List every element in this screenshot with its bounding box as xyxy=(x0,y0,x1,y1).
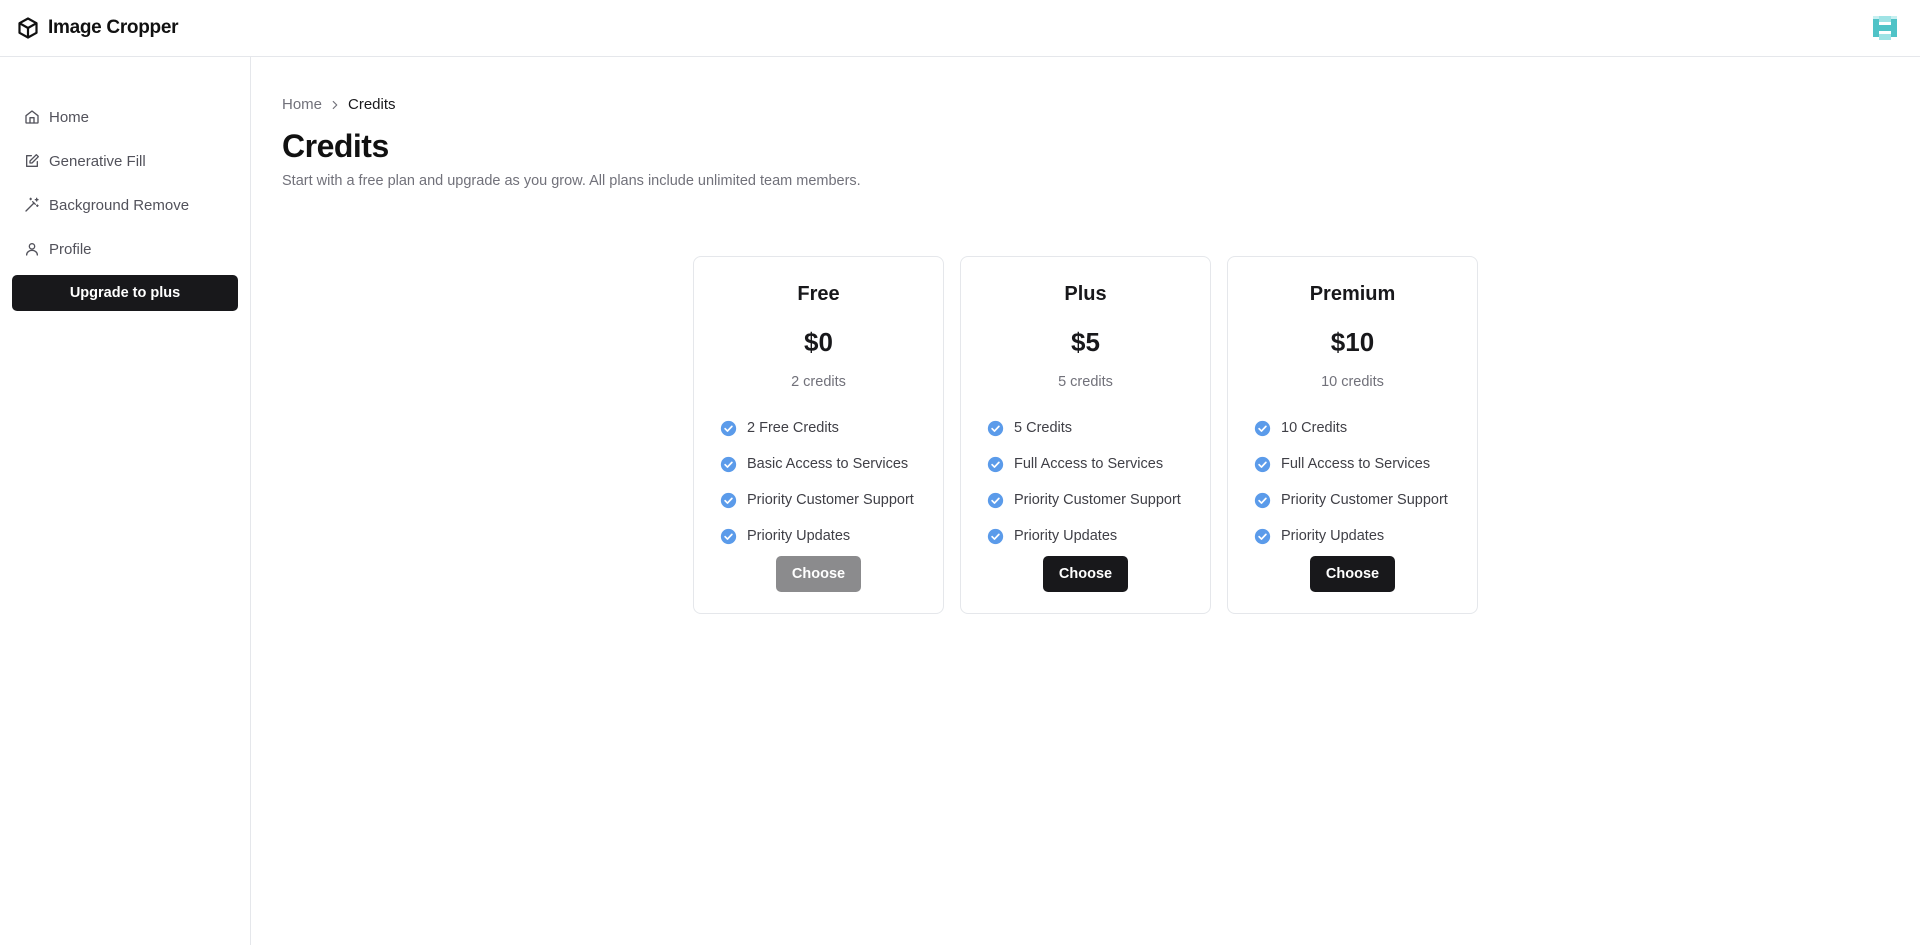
check-circle-icon xyxy=(987,420,1004,436)
sidebar: Home Generative Fill Background Remove P… xyxy=(0,57,251,945)
plan-price: $10 xyxy=(1330,327,1375,357)
feature-label: 2 Free Credits xyxy=(747,420,839,436)
check-circle-icon xyxy=(720,420,737,436)
check-circle-icon xyxy=(720,492,737,508)
choose-premium-button[interactable]: Choose xyxy=(1309,556,1396,592)
plan-name: Free xyxy=(797,283,840,305)
feature-item: Full Access to Services xyxy=(987,446,1210,482)
feature-label: Basic Access to Services xyxy=(747,456,909,472)
breadcrumb-current: Credits xyxy=(348,96,396,113)
feature-item: Priority Customer Support xyxy=(987,482,1210,518)
check-circle-icon xyxy=(720,528,737,544)
feature-item: Priority Customer Support xyxy=(1254,482,1477,518)
breadcrumb-home-link[interactable]: Home xyxy=(282,96,322,113)
box-icon xyxy=(18,17,38,39)
user-icon xyxy=(26,243,38,256)
page-subtitle: Start with a free plan and upgrade as yo… xyxy=(282,173,861,189)
plan-features: 10 Credits Full Access to Services Prior… xyxy=(1228,410,1477,554)
feature-label: Priority Customer Support xyxy=(747,492,914,508)
check-circle-icon xyxy=(1254,528,1271,544)
plan-credits: 10 credits xyxy=(1321,374,1384,390)
plan-card-plus: Plus $5 5 credits 5 Credits Full Access … xyxy=(960,256,1211,614)
sidebar-item-generative-fill[interactable]: Generative Fill xyxy=(12,139,238,183)
feature-label: Priority Updates xyxy=(1281,528,1385,544)
home-icon xyxy=(25,110,39,124)
feature-label: 10 Credits xyxy=(1281,420,1348,436)
breadcrumb: Home Credits xyxy=(282,96,396,113)
sidebar-item-label: Profile xyxy=(49,240,92,258)
feature-label: Priority Customer Support xyxy=(1014,492,1181,508)
page-title: Credits xyxy=(282,128,389,164)
feature-label: Full Access to Services xyxy=(1281,456,1431,472)
sidebar-item-background-remove[interactable]: Background Remove xyxy=(12,183,238,227)
plan-name: Plus xyxy=(1064,283,1107,305)
feature-item: Priority Updates xyxy=(987,518,1210,554)
top-header: Image Cropper xyxy=(0,0,1920,57)
plan-price: $5 xyxy=(1071,327,1100,357)
sidebar-item-label: Background Remove xyxy=(49,196,190,214)
check-circle-icon xyxy=(720,456,737,472)
check-circle-icon xyxy=(1254,456,1271,472)
feature-item: Priority Updates xyxy=(720,518,943,554)
feature-item: Basic Access to Services xyxy=(720,446,943,482)
feature-item: Full Access to Services xyxy=(1254,446,1477,482)
plan-cards: Free $0 2 credits 2 Free Credits Basic A… xyxy=(693,256,1478,614)
plan-card-premium: Premium $10 10 credits 10 Credits Full A… xyxy=(1227,256,1478,614)
plan-features: 2 Free Credits Basic Access to Services … xyxy=(694,410,943,554)
plan-features: 5 Credits Full Access to Services Priori… xyxy=(961,410,1210,554)
plan-credits: 5 credits xyxy=(1058,374,1113,390)
feature-label: Priority Updates xyxy=(1014,528,1118,544)
sidebar-item-label: Home xyxy=(49,108,90,126)
check-circle-icon xyxy=(1254,420,1271,436)
feature-item: Priority Customer Support xyxy=(720,482,943,518)
upgrade-to-plus-button[interactable]: Upgrade to plus xyxy=(12,275,238,311)
magic-wand-icon xyxy=(25,197,39,212)
sidebar-item-label: Generative Fill xyxy=(49,152,146,170)
plan-price: $0 xyxy=(804,327,833,357)
feature-label: Full Access to Services xyxy=(1014,456,1164,472)
feature-label: 5 Credits xyxy=(1014,420,1073,436)
feature-item: 10 Credits xyxy=(1254,410,1477,446)
chevron-right-icon xyxy=(328,98,342,112)
choose-free-button[interactable]: Choose xyxy=(775,556,862,592)
plan-credits: 2 credits xyxy=(791,374,846,390)
app-name: Image Cropper xyxy=(48,17,179,38)
check-circle-icon xyxy=(987,492,1004,508)
app-logo-link[interactable]: Image Cropper xyxy=(16,16,178,40)
check-circle-icon xyxy=(987,456,1004,472)
feature-item: 5 Credits xyxy=(987,410,1210,446)
edit-icon xyxy=(26,154,39,167)
sidebar-item-home[interactable]: Home xyxy=(12,95,238,139)
feature-item: Priority Updates xyxy=(1254,518,1477,554)
sidebar-item-profile[interactable]: Profile xyxy=(12,227,238,271)
choose-plus-button[interactable]: Choose xyxy=(1042,556,1129,592)
plan-name: Premium xyxy=(1309,283,1396,305)
feature-item: 2 Free Credits xyxy=(720,410,943,446)
user-avatar-icon[interactable] xyxy=(1870,13,1900,43)
feature-label: Priority Updates xyxy=(747,528,851,544)
check-circle-icon xyxy=(1254,492,1271,508)
plan-card-free: Free $0 2 credits 2 Free Credits Basic A… xyxy=(693,256,944,614)
check-circle-icon xyxy=(987,528,1004,544)
feature-label: Priority Customer Support xyxy=(1281,492,1448,508)
